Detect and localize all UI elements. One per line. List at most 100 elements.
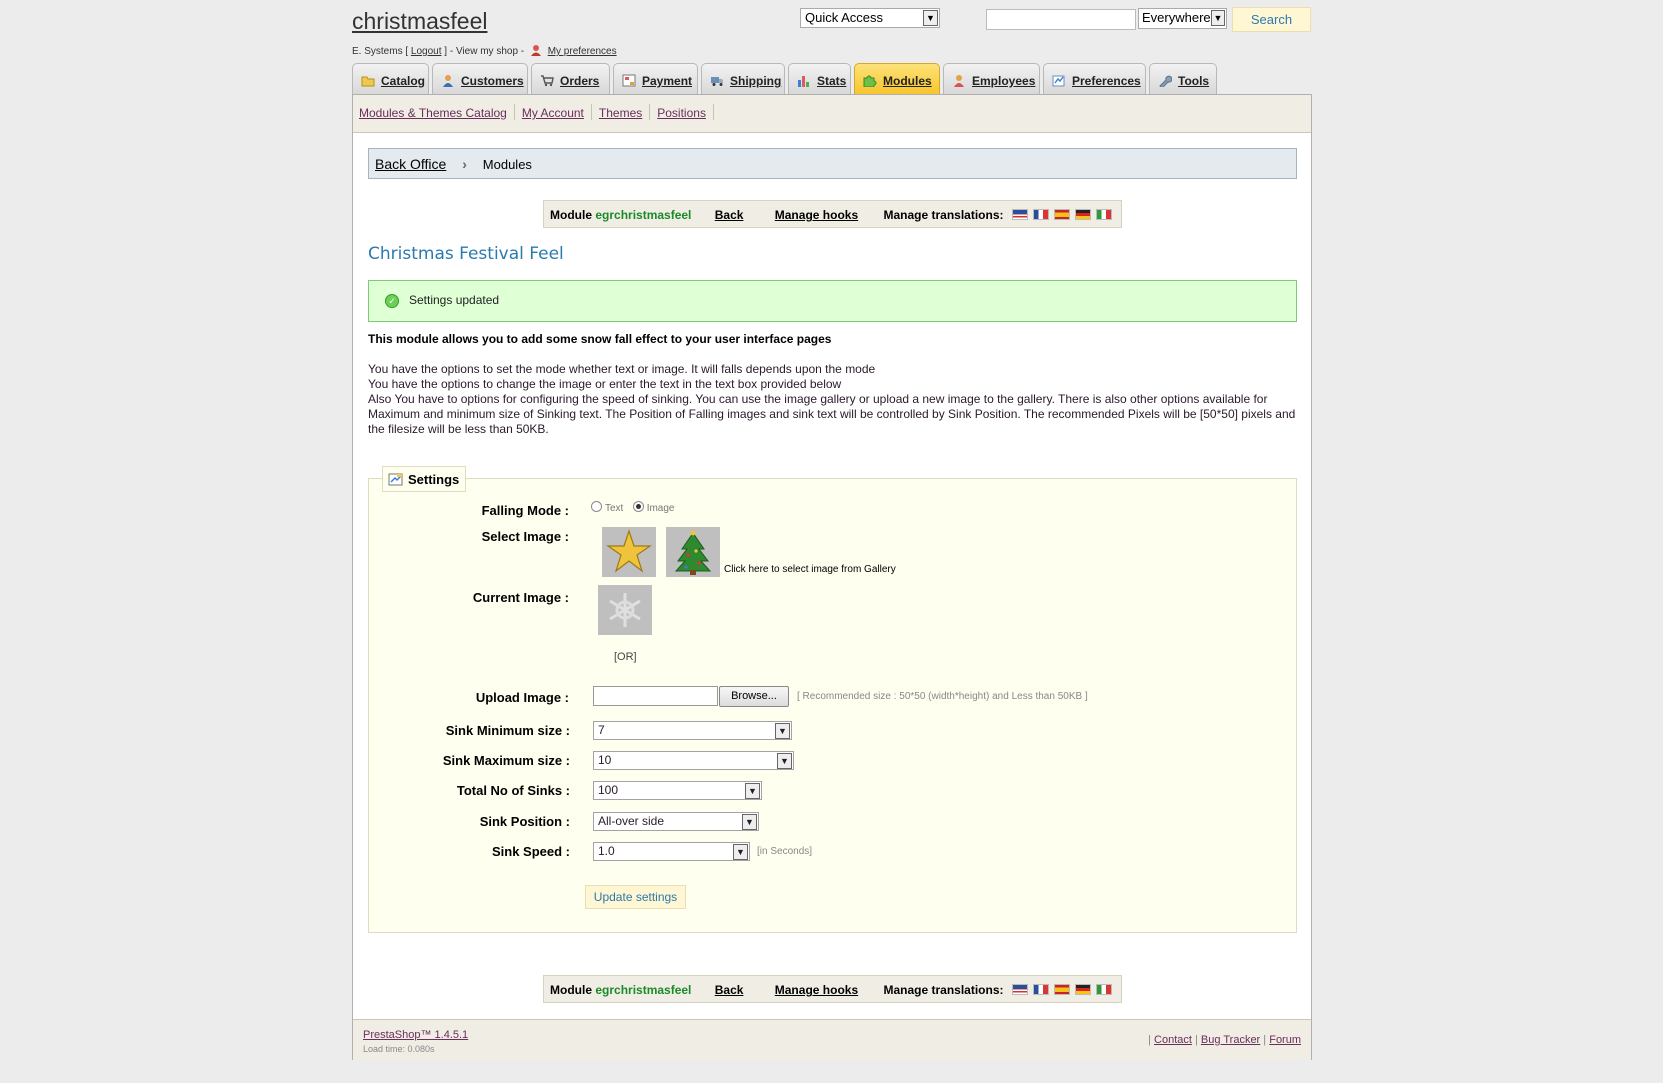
search-button[interactable]: Search: [1232, 7, 1311, 32]
sink-position-label: Sink Position :: [479, 814, 570, 829]
tab-customers[interactable]: Customers: [432, 63, 528, 94]
manage-hooks-link[interactable]: Manage hooks: [775, 208, 858, 222]
upload-hint: [ Recommended size : 50*50 (width*height…: [797, 691, 1088, 702]
tab-catalog[interactable]: Catalog: [352, 63, 429, 94]
tab-preferences[interactable]: Preferences: [1043, 63, 1146, 94]
upload-file-input[interactable]: [593, 686, 718, 706]
module-toolbar-bottom: Module egrchristmasfeel Back Manage hook…: [543, 975, 1122, 1003]
footer-separator: |: [1263, 1034, 1267, 1046]
module-name: egrchristmasfeel: [595, 983, 692, 997]
flag-fr-icon[interactable]: [1032, 984, 1049, 995]
tab-label[interactable]: Shipping: [730, 74, 781, 88]
check-icon: ✓: [385, 294, 399, 308]
wrench-icon: [1159, 75, 1172, 87]
tab-shipping[interactable]: Shipping: [701, 63, 785, 94]
user-mid: ] - View my shop -: [444, 46, 525, 57]
my-preferences-link[interactable]: My preferences: [548, 46, 617, 57]
manage-translations-label: Manage translations:: [883, 208, 1004, 222]
chevron-down-icon: ▼: [1211, 10, 1225, 26]
tab-orders[interactable]: Orders: [531, 63, 610, 94]
mode-image-radio[interactable]: [632, 501, 644, 512]
chevron-down-icon: ▼: [733, 844, 748, 860]
gallery-tree-image[interactable]: [666, 527, 720, 577]
folder-icon: [361, 76, 375, 87]
tab-modules[interactable]: Modules: [854, 63, 940, 94]
description-line-3: Also You have to options for configuring…: [368, 392, 1296, 436]
user-icon: [530, 45, 541, 56]
confirmation-text: Settings updated: [409, 293, 500, 307]
manage-hooks-link[interactable]: Manage hooks: [775, 983, 858, 997]
quick-access-select[interactable]: Quick Access ▼: [800, 8, 940, 28]
tab-label[interactable]: Orders: [560, 74, 599, 88]
payment-icon: [622, 74, 636, 87]
footer-separator: |: [1148, 1034, 1151, 1046]
breadcrumb-current: Modules: [482, 157, 532, 172]
shop-title-link[interactable]: christmasfeel: [352, 8, 487, 35]
update-settings-button[interactable]: Update settings: [585, 885, 686, 909]
tab-label[interactable]: Modules: [883, 74, 932, 88]
subnav-themes[interactable]: Themes: [599, 106, 642, 120]
sink-position-value: All-over side: [598, 814, 665, 828]
tab-payment[interactable]: Payment: [613, 63, 698, 94]
sink-position-select[interactable]: All-over side ▼: [593, 812, 759, 831]
gallery-star-image[interactable]: [602, 527, 656, 577]
tab-label[interactable]: Payment: [642, 74, 692, 88]
sink-max-label: Sink Maximum size :: [442, 753, 570, 768]
user-icon: [443, 75, 453, 87]
tab-label[interactable]: Customers: [461, 74, 524, 88]
sink-min-select[interactable]: 7 ▼: [593, 721, 792, 740]
search-input[interactable]: [986, 9, 1136, 30]
breadcrumb-back-office[interactable]: Back Office: [375, 156, 446, 172]
forum-link[interactable]: Forum: [1269, 1034, 1301, 1046]
sink-speed-select[interactable]: 1.0 ▼: [593, 842, 750, 861]
tab-label[interactable]: Stats: [817, 74, 846, 88]
tab-label[interactable]: Tools: [1178, 74, 1209, 88]
tab-employees[interactable]: Employees: [943, 63, 1040, 94]
subnav-my-account[interactable]: My Account: [522, 106, 584, 120]
back-link[interactable]: Back: [715, 208, 744, 222]
flag-it-icon[interactable]: [1095, 209, 1112, 220]
description-heading: This module allows you to add some snow …: [368, 332, 832, 346]
star-icon: [606, 529, 652, 573]
flag-es-icon[interactable]: [1053, 209, 1070, 220]
chevron-down-icon: ▼: [775, 723, 790, 739]
snowflake-icon: [609, 593, 641, 627]
flag-fr-icon[interactable]: [1032, 209, 1049, 220]
flag-en-icon[interactable]: [1011, 209, 1028, 220]
tab-tools[interactable]: Tools: [1149, 63, 1217, 94]
flag-en-icon[interactable]: [1011, 984, 1028, 995]
mode-text-label: Text: [605, 503, 624, 514]
bug-tracker-link[interactable]: Bug Tracker: [1201, 1034, 1260, 1046]
quick-access-value: Quick Access: [805, 10, 884, 25]
back-link[interactable]: Back: [715, 983, 744, 997]
settings-icon: [388, 473, 403, 486]
browse-button[interactable]: Browse...: [719, 686, 789, 707]
logout-link[interactable]: Logout: [411, 46, 442, 57]
flag-de-icon[interactable]: [1074, 209, 1091, 220]
tab-label[interactable]: Employees: [972, 74, 1035, 88]
subnav-positions[interactable]: Positions: [657, 106, 706, 120]
search-scope-select[interactable]: Everywhere ▼: [1138, 8, 1227, 29]
load-time: Load time: 0.080s: [363, 1044, 435, 1054]
main-panel: Modules & Themes Catalog My Account Themes…: [352, 94, 1312, 1060]
sink-speed-hint: [in Seconds]: [757, 846, 813, 857]
flag-es-icon[interactable]: [1053, 984, 1070, 995]
tab-label[interactable]: Catalog: [381, 74, 425, 88]
sink-max-value: 10: [598, 753, 612, 767]
flag-it-icon[interactable]: [1095, 984, 1112, 995]
current-image-label: Current Image :: [472, 590, 569, 605]
prestashop-version-link[interactable]: PrestaShop™ 1.4.5.1: [363, 1029, 468, 1041]
tab-stats[interactable]: Stats: [788, 63, 851, 94]
footer-links: | Contact | Bug Tracker | Forum: [1148, 1034, 1301, 1046]
sink-max-select[interactable]: 10 ▼: [593, 751, 794, 770]
chevron-down-icon: ▼: [777, 753, 792, 769]
footer: PrestaShop™ 1.4.5.1 Load time: 0.080s | …: [353, 1019, 1311, 1060]
flag-de-icon[interactable]: [1074, 984, 1091, 995]
mode-text-radio[interactable]: [591, 501, 602, 512]
tab-label[interactable]: Preferences: [1072, 74, 1141, 88]
select-from-gallery-link[interactable]: Click here to select image from Gallery: [724, 564, 896, 575]
employee-icon: [954, 75, 964, 87]
subnav-modules-themes-catalog[interactable]: Modules & Themes Catalog: [359, 106, 507, 120]
total-sinks-select[interactable]: 100 ▼: [593, 781, 762, 800]
contact-link[interactable]: Contact: [1154, 1034, 1192, 1046]
